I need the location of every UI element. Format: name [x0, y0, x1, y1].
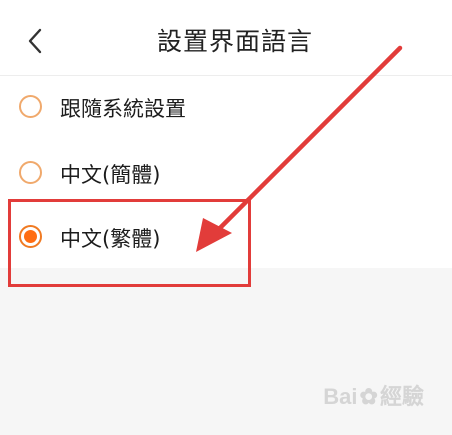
radio-unchecked[interactable]	[19, 95, 42, 118]
language-option-follow-system[interactable]: 跟隨系統設置	[0, 78, 452, 138]
watermark: Bai✿經驗	[323, 384, 424, 409]
page-title: 設置界面語言	[156, 27, 313, 56]
screen: 設置界面語言 跟隨系統設置 中文(簡體) 中文(繁體) Bai✿經驗	[0, 0, 452, 435]
language-option-simplified[interactable]: 中文(簡體)	[0, 144, 452, 204]
language-option-list: 跟隨系統設置 中文(簡體) 中文(繁體)	[0, 76, 452, 268]
radio-checked[interactable]	[19, 225, 42, 248]
top-bar: 設置界面語言	[0, 0, 452, 76]
option-label: 跟隨系統設置	[60, 97, 186, 121]
option-label: 中文(繁體)	[60, 227, 161, 251]
radio-unchecked[interactable]	[19, 161, 42, 184]
option-label: 中文(簡體)	[60, 163, 161, 187]
language-option-traditional[interactable]: 中文(繁體)	[0, 208, 452, 268]
paw-icon: ✿	[359, 384, 378, 409]
